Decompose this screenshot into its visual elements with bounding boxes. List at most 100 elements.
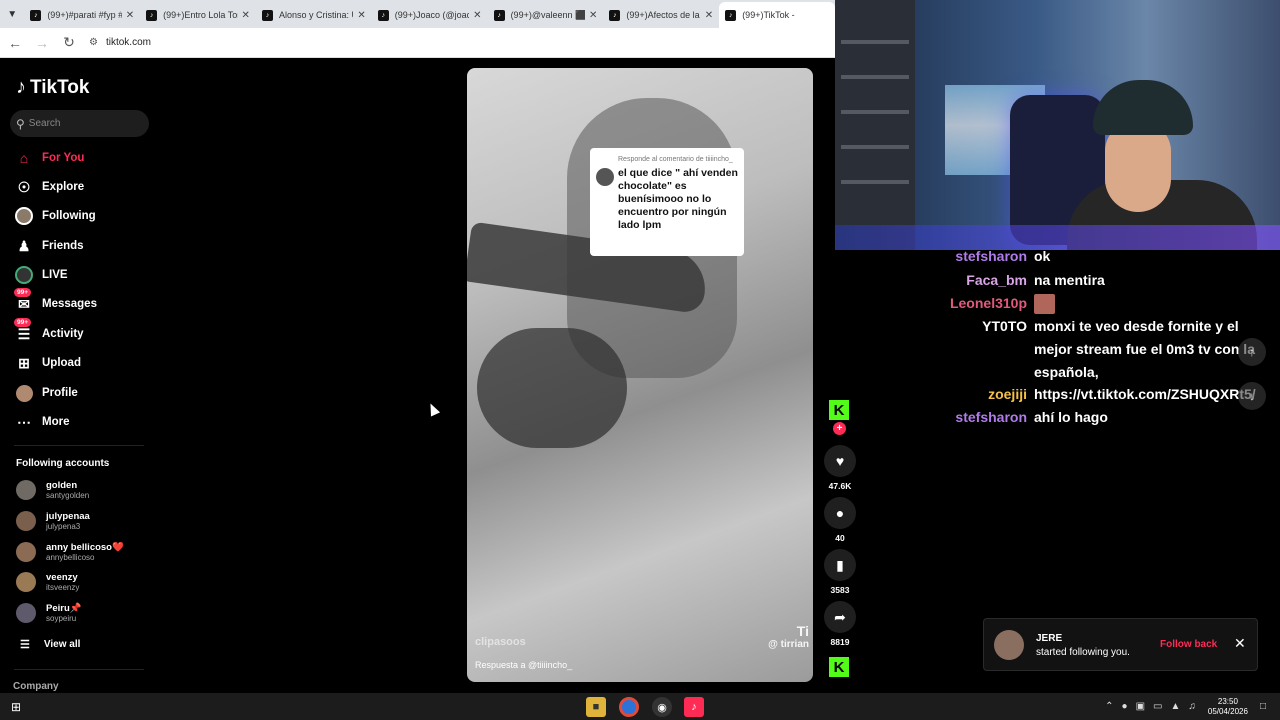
search-placeholder: Search xyxy=(28,118,61,129)
address-bar[interactable]: ⚙ tiktok.com xyxy=(89,37,151,48)
site-info-icon[interactable]: ⚙ xyxy=(89,37,98,48)
network-icon[interactable]: ▲ xyxy=(1171,701,1181,712)
chat-message: Faca_bm na mentira xyxy=(966,272,1105,288)
comment-icon: ● xyxy=(824,497,856,529)
chevron-up-icon[interactable]: ⌃ xyxy=(1105,701,1113,712)
tiktok-note-icon: ♪ xyxy=(16,76,26,98)
tiktok-app-icon[interactable]: ♪ xyxy=(684,697,704,717)
screen: ▼ ♪ (99+)#parati #fyp #a ✕ ♪ (99+)Entro Lol… xyxy=(0,0,1280,720)
tiktok-favicon-icon: ♪ xyxy=(725,9,737,21)
account-item[interactable]: veenzy itsveenzy xyxy=(16,572,79,592)
microphone-icon[interactable]: ● xyxy=(1122,701,1128,712)
notifications-icon[interactable]: □ xyxy=(1260,701,1266,712)
account-item[interactable]: julypenaa julypena3 xyxy=(16,511,90,531)
close-tab-icon[interactable]: ✕ xyxy=(242,10,250,21)
chrome-icon[interactable] xyxy=(619,697,639,717)
webcam-shelf xyxy=(835,0,915,250)
search-icon: ⚲ xyxy=(16,116,25,131)
volume-icon[interactable]: ♫ xyxy=(1188,701,1196,712)
streamer xyxy=(1067,70,1257,250)
avatar xyxy=(16,511,36,531)
account-item[interactable]: golden santygolden xyxy=(16,480,89,500)
live-icon xyxy=(14,265,34,285)
nav-item-activity[interactable]: ☰ 99+ Activity xyxy=(14,318,84,344)
browser-tab[interactable]: ♪ (99+)#parati #fyp #a ✕ xyxy=(24,2,140,28)
webcam-overlay xyxy=(835,0,1280,250)
close-tab-icon[interactable]: ✕ xyxy=(705,10,713,21)
display-icon[interactable]: ▭ xyxy=(1153,701,1162,712)
view-all-link[interactable]: ☰ View all xyxy=(20,638,80,651)
nav-item-live[interactable]: LIVE xyxy=(14,265,68,285)
tiktok-favicon-icon: ♪ xyxy=(493,9,505,21)
tiktok-favicon-icon: ♪ xyxy=(146,9,158,21)
nav-item-profile[interactable]: Profile xyxy=(14,383,78,403)
close-tab-icon[interactable]: ✕ xyxy=(473,10,481,21)
close-tab-icon[interactable]: ✕ xyxy=(589,10,597,21)
tiktok-logo[interactable]: ♪ TikTok xyxy=(16,76,89,99)
account-item[interactable]: anny bellicoso❤️ annybellicoso xyxy=(16,542,124,562)
following-avatar-icon xyxy=(14,206,34,226)
windows-taskbar: ⊞ ■ ◉ ♪ ⌃ ● ▣ ▭ ▲ ♫ 23:50 05/04/2026 □ xyxy=(0,693,1280,720)
nav-item-messages[interactable]: ✉ 99+ Messages xyxy=(14,288,97,314)
tiktok-favicon-icon: ♪ xyxy=(30,9,42,21)
close-icon[interactable]: ✕ xyxy=(1234,635,1246,652)
messages-icon: ✉ 99+ xyxy=(14,288,34,314)
scroll-down-icon[interactable]: ↓ xyxy=(1238,382,1266,410)
avatar xyxy=(596,168,614,186)
forward-arrow-icon[interactable]: → xyxy=(30,31,54,55)
scroll-up-icon[interactable]: ↑ xyxy=(1238,338,1266,366)
avatar xyxy=(16,480,36,500)
nav-item-following[interactable]: Following xyxy=(14,206,96,226)
nav-item-for-you[interactable]: ⌂ For You xyxy=(14,148,85,168)
clock[interactable]: 23:50 05/04/2026 xyxy=(1208,697,1248,717)
chat-message: stefsharon ok xyxy=(955,248,1051,264)
chat-message: YT0TO monxi te veo desde fornite y el me… xyxy=(982,318,1255,380)
windows-start-icon[interactable]: ⊞ xyxy=(0,693,32,720)
tab-search-icon[interactable]: ▼ xyxy=(0,0,24,28)
more-icon: ⋯ xyxy=(17,413,31,430)
nav-item-friends[interactable]: ♟ Friends xyxy=(14,236,84,256)
video-player[interactable]: Responde al comentario de tiiiincho_ el … xyxy=(467,68,813,682)
reload-icon[interactable]: ↻ xyxy=(57,31,81,55)
browser-tab[interactable]: ♪(99+)@valeenn ⬛⬛#✕ xyxy=(488,2,604,28)
video-frame-shape xyxy=(477,328,627,448)
chat-message: stefsharon ahí lo hago xyxy=(955,409,1108,425)
account-item[interactable]: Peiru📌 soypeiru xyxy=(16,603,82,623)
mouse-cursor-icon xyxy=(425,401,441,417)
bookmark-icon: ▮ xyxy=(824,549,856,581)
sound-kick-icon[interactable]: K xyxy=(829,657,849,677)
reply-comment-sticker: Responde al comentario de tiiiincho_ el … xyxy=(590,148,744,256)
search-input[interactable]: ⚲ Search xyxy=(10,110,149,137)
save-action[interactable]: ▮ 3583 xyxy=(822,549,858,595)
following-accounts-title: Following accounts xyxy=(16,458,110,469)
browser-tab[interactable]: ♪ (99+)Joaco (@joaco ✕ xyxy=(372,2,488,28)
nav-item-more[interactable]: ⋯ More xyxy=(14,412,69,432)
vpn-icon[interactable]: ▣ xyxy=(1136,701,1145,712)
home-icon: ⌂ xyxy=(19,150,29,166)
activity-badge: 99+ xyxy=(14,318,32,327)
browser-tab[interactable]: ♪Alonso y Cristina: Un✕ xyxy=(256,2,372,28)
back-arrow-icon[interactable]: ← xyxy=(3,31,27,55)
obs-icon[interactable]: ◉ xyxy=(652,697,672,717)
reply-caption: Respuesta a @tiiiincho_ xyxy=(475,660,573,670)
browser-tab[interactable]: ♪(99+)Entro Lola Toma✕ xyxy=(140,2,256,28)
watermark-text: clipasoos xyxy=(475,636,526,648)
share-action[interactable]: ➦ 8819 xyxy=(822,601,858,647)
browser-tab[interactable]: ♪ (99+)Afectos de la D ✕ xyxy=(603,2,719,28)
browser-tab-active[interactable]: ♪ (99+)TikTok - xyxy=(719,2,835,28)
like-action[interactable]: ♥ 47.6K xyxy=(822,445,858,491)
comment-action[interactable]: ● 40 xyxy=(822,497,858,543)
close-tab-icon[interactable]: ✕ xyxy=(126,10,134,21)
nav-item-explore[interactable]: ☉ Explore xyxy=(14,177,84,197)
nav-item-upload[interactable]: ⊞ Upload xyxy=(14,353,81,373)
compass-icon: ☉ xyxy=(17,178,31,195)
company-link[interactable]: Company xyxy=(13,681,59,692)
follow-back-button[interactable]: Follow back xyxy=(1160,639,1217,650)
avatar xyxy=(994,630,1024,660)
tiktok-favicon-icon: ♪ xyxy=(609,9,621,21)
friends-icon: ♟ xyxy=(17,237,31,254)
upload-icon: ⊞ xyxy=(18,354,30,371)
file-explorer-icon[interactable]: ■ xyxy=(586,697,606,717)
close-tab-icon[interactable]: ✕ xyxy=(357,10,365,21)
chat-overlay: stefsharon ok Faca_bm na mentira Leonel3… xyxy=(835,248,1280,450)
